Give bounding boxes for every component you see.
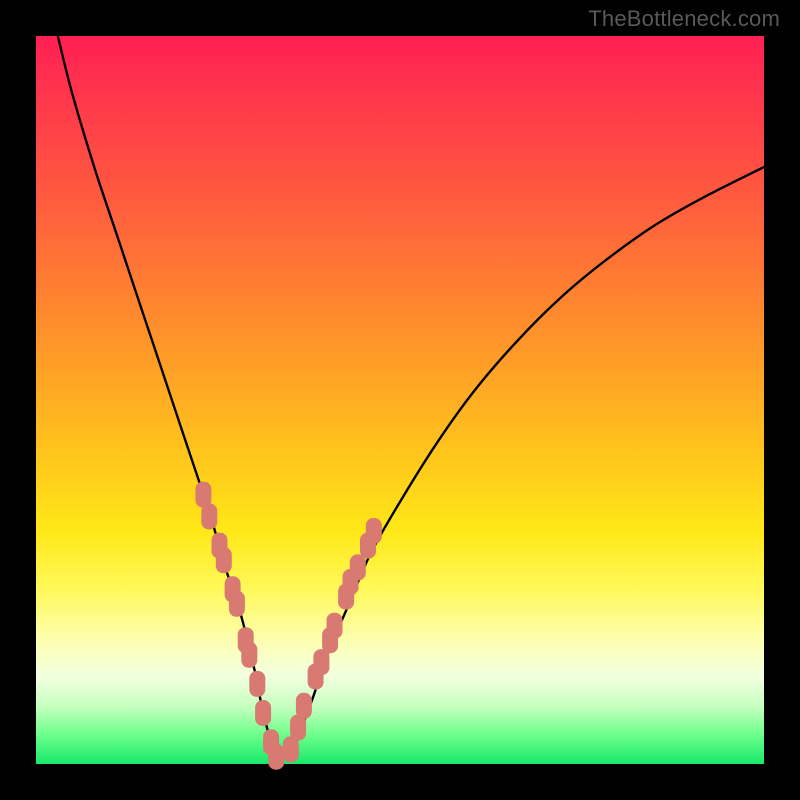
data-marker <box>255 700 271 726</box>
bottleneck-curve <box>58 36 764 759</box>
data-marker <box>249 671 265 697</box>
data-marker <box>313 649 329 675</box>
watermark-label: TheBottleneck.com <box>588 6 780 32</box>
data-marker <box>229 591 245 617</box>
data-marker <box>201 504 217 530</box>
marker-cluster-left <box>195 482 284 770</box>
data-marker <box>268 744 284 770</box>
plot-area <box>36 36 764 764</box>
marker-cluster-right <box>283 518 382 762</box>
chart-container: TheBottleneck.com <box>0 0 800 800</box>
data-marker <box>296 693 312 719</box>
data-marker <box>350 554 366 580</box>
data-marker <box>327 613 343 639</box>
data-marker <box>241 642 257 668</box>
data-marker <box>216 547 232 573</box>
data-marker <box>366 518 382 544</box>
curve-svg <box>36 36 764 764</box>
